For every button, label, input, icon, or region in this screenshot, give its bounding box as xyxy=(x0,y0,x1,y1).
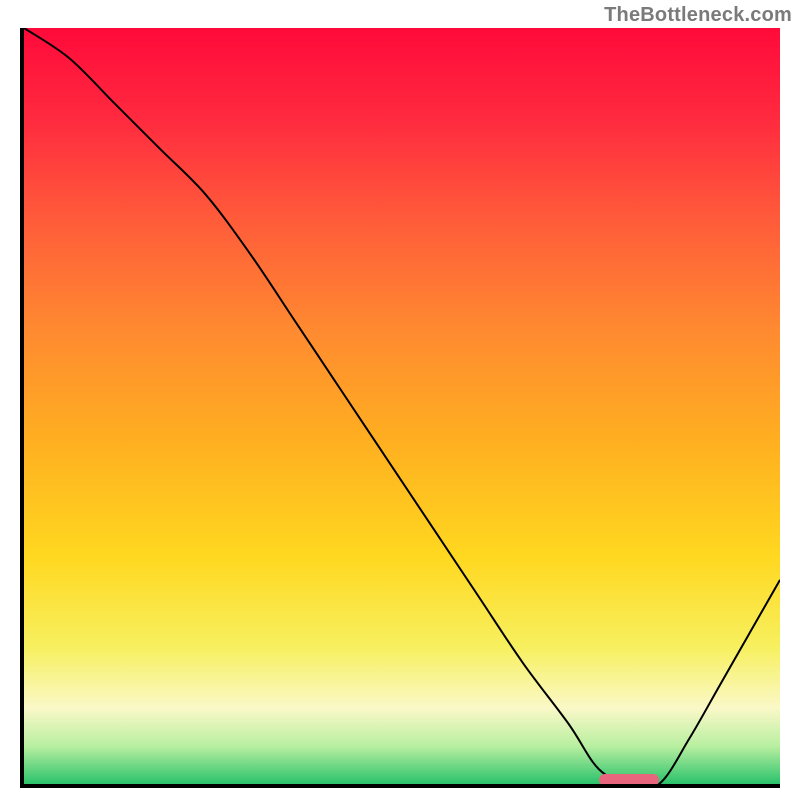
optimal-point-marker xyxy=(599,774,659,786)
curve-path xyxy=(24,28,780,784)
plot-area xyxy=(24,28,780,784)
bottleneck-curve xyxy=(24,28,780,784)
chart-container: TheBottleneck.com xyxy=(0,0,800,800)
watermark-text: TheBottleneck.com xyxy=(604,4,792,27)
plot-frame xyxy=(20,28,780,788)
